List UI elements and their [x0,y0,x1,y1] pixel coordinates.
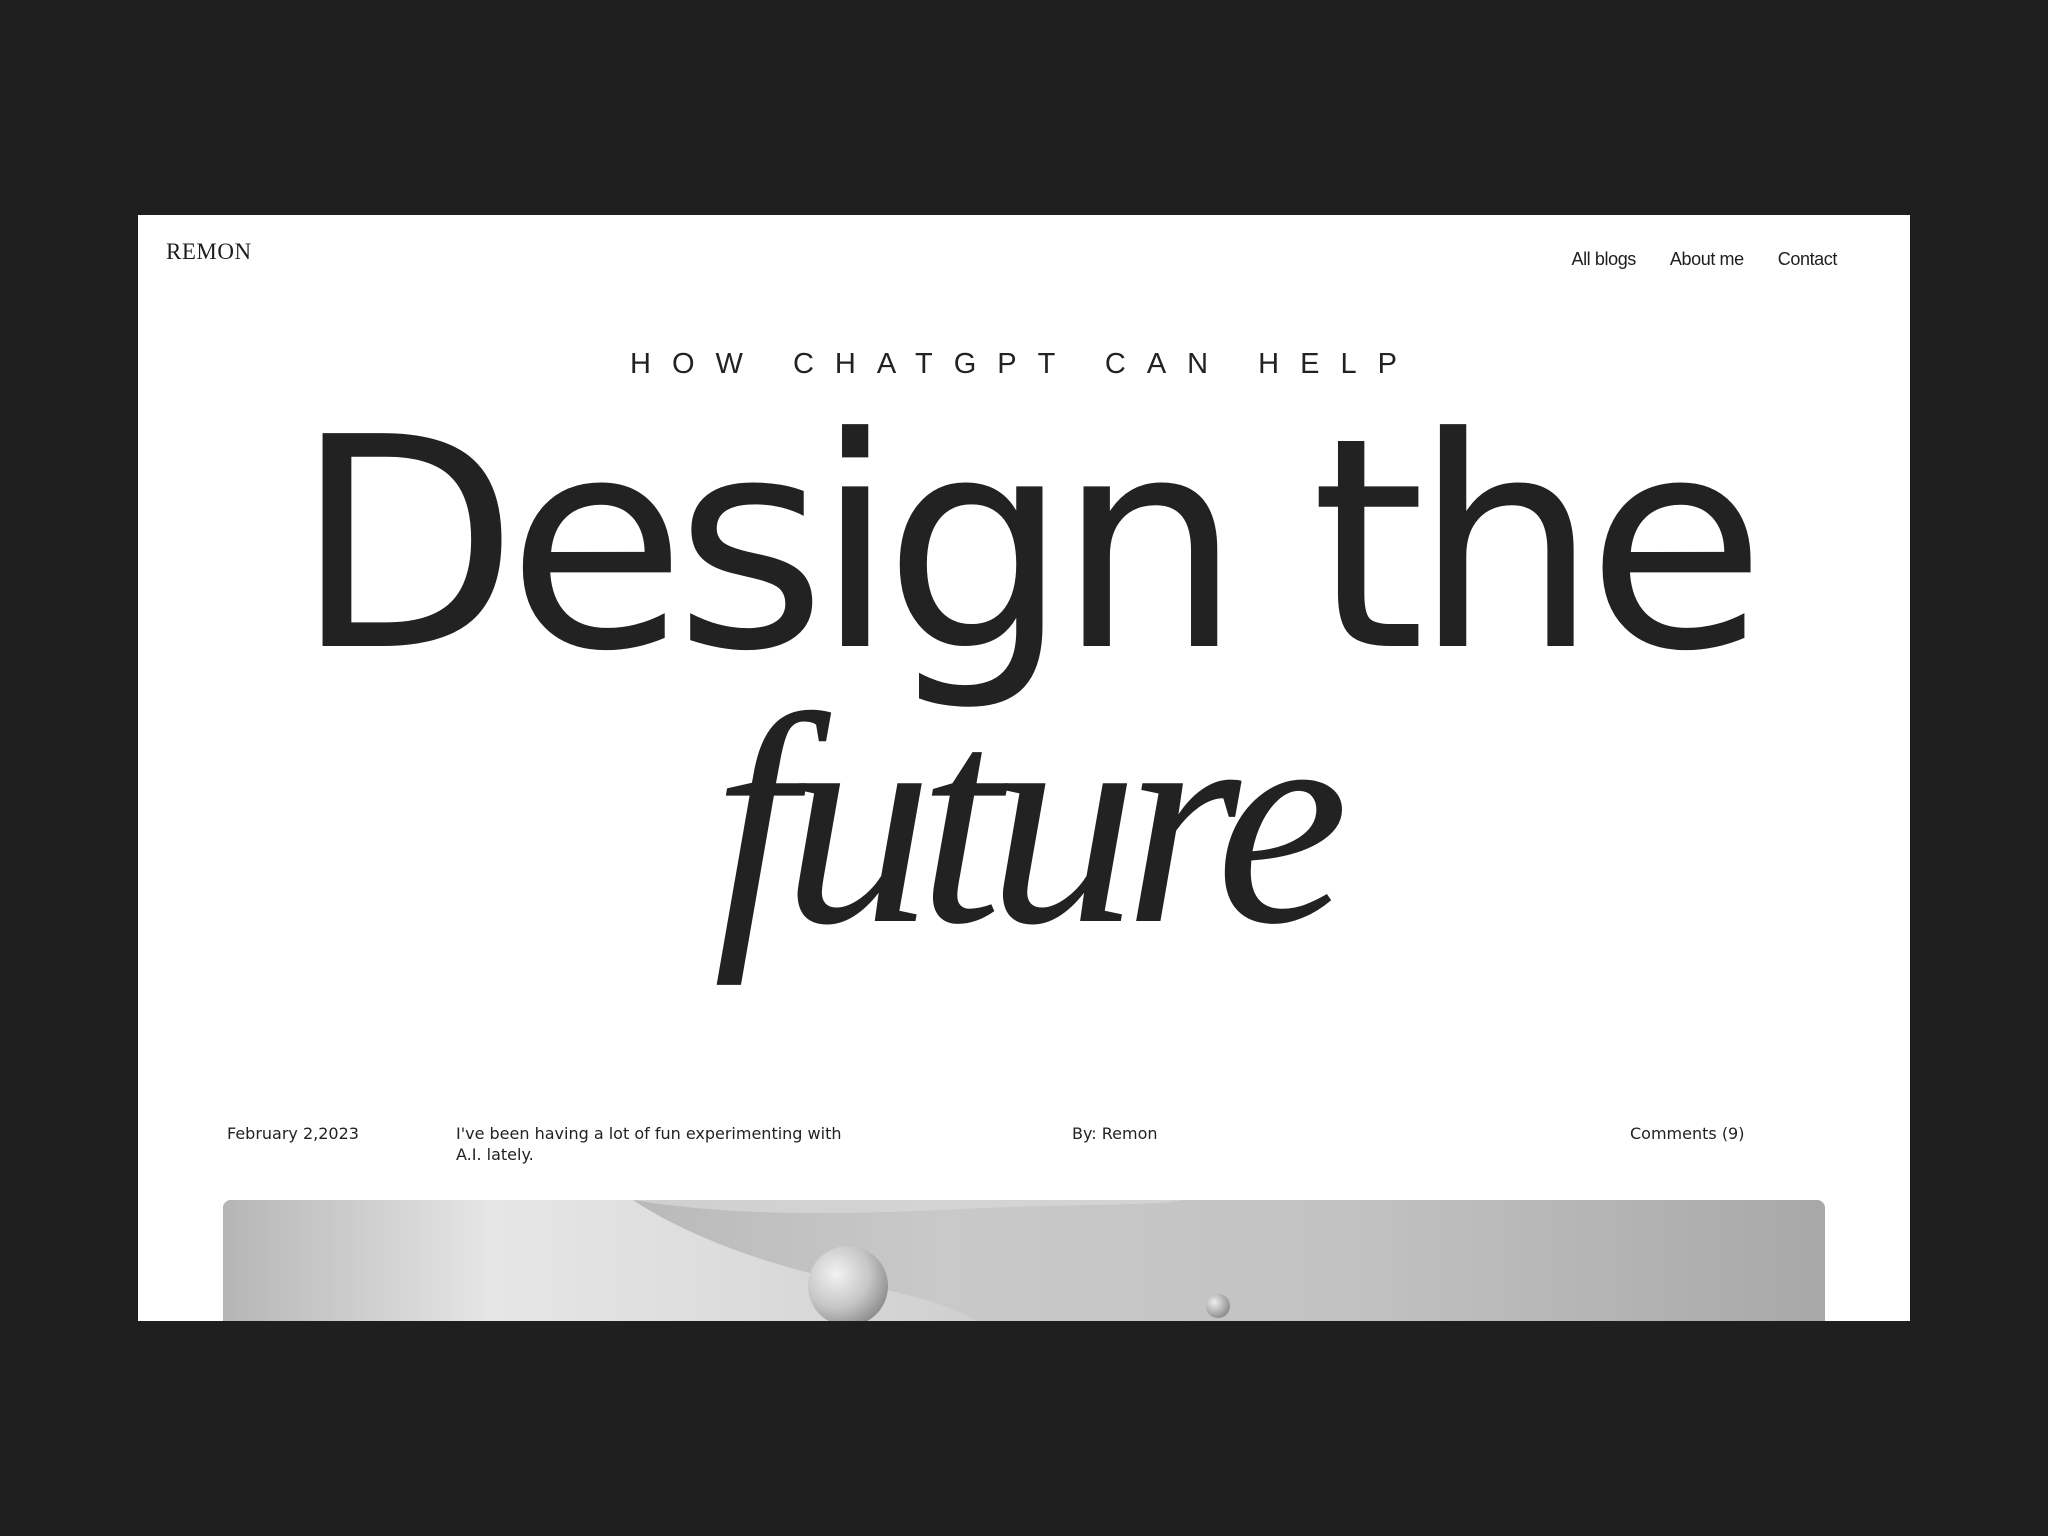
abstract-3d-render [223,1200,1230,1321]
post-excerpt: I've been having a lot of fun experiment… [456,1124,842,1164]
nav-about-me-link[interactable]: About me [1670,249,1744,270]
featured-image [223,1200,1825,1321]
comments-link[interactable]: Comments (9) [1630,1123,1744,1144]
post-author[interactable]: By: Remon [1072,1123,1158,1144]
hero-title-line2: future [713,654,1348,986]
top-nav: All blogs About me Contact [1571,249,1837,270]
page-frame: REMON All blogs About me Contact HOW CHA… [138,215,1910,1321]
hero-title-line1: Design the [293,375,1766,715]
site-logo[interactable]: REMON [166,239,252,265]
nav-all-blogs-link[interactable]: All blogs [1571,249,1636,270]
post-date: February 2,2023 [227,1124,359,1143]
nav-contact-link[interactable]: Contact [1778,249,1838,270]
